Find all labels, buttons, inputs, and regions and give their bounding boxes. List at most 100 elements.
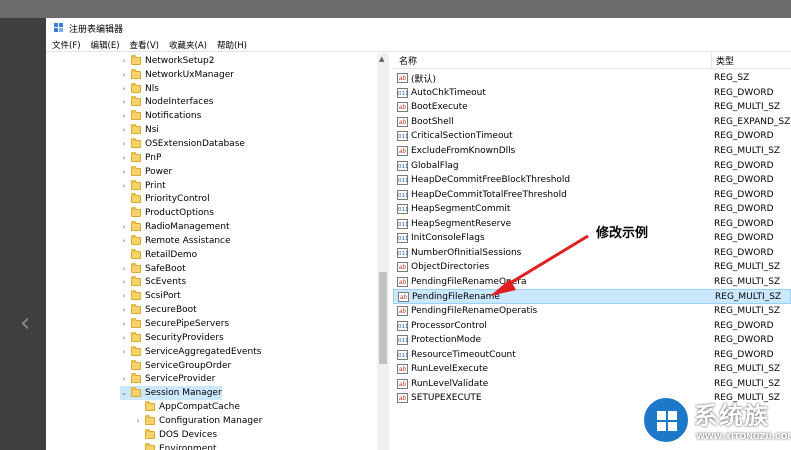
tree-item[interactable]: ⌄ Session Manager — [120, 386, 222, 401]
folder-icon — [131, 193, 141, 204]
tree-item[interactable]: › NetworkUxManager — [120, 68, 234, 82]
windows-logo-icon — [642, 396, 690, 444]
chevron-right-icon[interactable]: › — [120, 168, 128, 176]
value-row[interactable]: 011 HeapSegmentReserve REG_DWORD — [393, 217, 791, 232]
folder-icon — [131, 345, 141, 356]
tree-item[interactable]: › ScsiPort — [120, 289, 181, 303]
scroll-up-icon[interactable]: ▲ — [379, 55, 384, 63]
tree-item[interactable]: AppCompatCache — [134, 400, 240, 414]
chevron-right-icon[interactable]: › — [120, 154, 128, 162]
watermark-brand: 系统族 — [694, 402, 769, 430]
tree-item[interactable]: › ServiceAggregatedEvents — [120, 345, 261, 359]
value-row[interactable]: ab BootExecute REG_MULTI_SZ — [393, 100, 791, 115]
tree-item[interactable]: › NodeInterfaces — [120, 96, 213, 110]
chevron-right-icon[interactable]: › — [120, 140, 128, 148]
menu-item[interactable]: 查看(V) — [130, 39, 159, 51]
chevron-right-icon[interactable]: › — [120, 334, 128, 342]
chevron-right-icon[interactable]: › — [120, 98, 128, 106]
tree-item[interactable]: › Configuration Manager — [134, 414, 262, 428]
tree-item[interactable]: › Remote Assistance — [120, 234, 231, 248]
chevron-right-icon[interactable]: › — [120, 375, 128, 383]
value-row[interactable]: ab BootShell REG_EXPAND_SZ — [393, 115, 791, 130]
chevron-right-icon[interactable]: › — [120, 112, 128, 120]
chevron-right-icon[interactable]: › — [120, 348, 128, 356]
tree-item[interactable]: PriorityControl — [120, 193, 210, 207]
tree-item[interactable]: › Power — [120, 165, 172, 179]
value-row[interactable]: 011 GlobalFlag REG_DWORD — [393, 158, 791, 173]
value-row[interactable]: 011 HeapDeCommitTotalFreeThreshold REG_DWO… — [393, 187, 791, 202]
chevron-right-icon[interactable]: › — [120, 320, 128, 328]
menu-item[interactable]: 编辑(E) — [91, 39, 120, 51]
value-row[interactable]: 011 ProtectionMode REG_DWORD — [393, 333, 791, 348]
tree-item[interactable]: › RadioManagement — [120, 220, 230, 234]
folder-icon — [131, 179, 141, 190]
scrollbar-thumb[interactable] — [379, 272, 387, 364]
tree-item[interactable]: › SecurityProviders — [120, 331, 224, 345]
value-row[interactable]: ab (默认) REG_SZ — [393, 71, 791, 86]
chevron-right-icon[interactable]: › — [120, 223, 128, 231]
tree-item[interactable]: › SecurePipeServers — [120, 317, 229, 331]
value-row[interactable]: 011 ResourceTimeoutCount REG_DWORD — [393, 347, 791, 362]
folder-icon — [131, 290, 141, 301]
chevron-right-icon[interactable]: › — [120, 278, 128, 286]
chevron-right-icon[interactable]: › — [120, 71, 128, 79]
tree-item[interactable]: › SecureBoot — [120, 303, 197, 317]
tree-item[interactable]: RetailDemo — [120, 248, 197, 262]
value-row[interactable]: ab RunLevelExecute REG_MULTI_SZ — [393, 362, 791, 377]
value-name: ProcessorControl — [411, 320, 487, 331]
value-row[interactable]: 011 HeapDeCommitFreeBlockThreshold REG_DWO… — [393, 173, 791, 188]
tree-item[interactable]: › SafeBoot — [120, 262, 186, 276]
tree-item[interactable]: › NetworkSetup2 — [120, 54, 215, 68]
value-row[interactable]: 011 ProcessorControl REG_DWORD — [393, 318, 791, 333]
value-type: REG_MULTI_SZ — [714, 364, 781, 375]
value-type: REG_MULTI_SZ — [714, 102, 781, 113]
tree-item[interactable]: ProductOptions — [120, 206, 214, 220]
tree-item[interactable]: › ScEvents — [120, 276, 186, 290]
value-type: REG_DWORD — [714, 87, 774, 98]
chevron-right-icon[interactable]: › — [120, 292, 128, 300]
value-type: REG_DWORD — [714, 204, 774, 215]
value-row[interactable]: 011 AutoChkTimeout REG_DWORD — [393, 86, 791, 101]
tree-item[interactable]: DOS Devices — [134, 428, 217, 442]
value-name-cell: ab RunLevelExecute — [393, 364, 712, 375]
value-row[interactable]: 011 HeapSegmentCommit REG_DWORD — [393, 202, 791, 217]
tree-item[interactable]: › OSExtensionDatabase — [120, 137, 245, 151]
tree-scrollbar[interactable]: ▲ — [377, 53, 389, 450]
chevron-down-icon[interactable]: ⌄ — [120, 389, 128, 397]
chevron-right-icon[interactable]: › — [120, 85, 128, 93]
tree-item[interactable]: › Notifications — [120, 109, 201, 123]
column-header-type[interactable]: 类型 — [712, 54, 734, 67]
tree-item[interactable]: › Nsi — [120, 123, 159, 137]
value-type: REG_DWORD — [714, 247, 774, 258]
chevron-right-icon[interactable]: › — [120, 306, 128, 314]
value-name-cell: 011 HeapSegmentCommit — [393, 204, 712, 215]
chevron-right-icon[interactable]: › — [134, 417, 142, 425]
column-header-name[interactable]: 名称 — [393, 53, 712, 68]
chevron-right-icon[interactable]: › — [120, 237, 128, 245]
value-row[interactable]: 011 CriticalSectionTimeout REG_DWORD — [393, 129, 791, 144]
chevron-right-icon[interactable]: › — [120, 182, 128, 190]
tree-item[interactable]: › ServiceProvider — [120, 373, 215, 387]
menu-item[interactable]: 帮助(H) — [217, 39, 247, 51]
tree-item[interactable]: › Print — [120, 179, 166, 193]
binary-value-icon: 011 — [397, 247, 409, 258]
binary-value-icon: 011 — [397, 175, 409, 186]
chevron-right-icon[interactable]: › — [120, 265, 128, 273]
value-row[interactable]: ab PendingFileRenameOperatis REG_MULTI_SZ — [393, 304, 791, 319]
string-value-icon: ab — [397, 102, 408, 113]
folder-icon — [131, 373, 141, 384]
value-row[interactable]: ab ExcludeFromKnownDlls REG_MULTI_SZ — [393, 144, 791, 159]
value-name-cell: ab ExcludeFromKnownDlls — [393, 146, 712, 156]
tree-item[interactable]: ServiceGroupOrder — [120, 359, 231, 373]
tree-item[interactable]: › Nls — [120, 82, 159, 96]
chevron-right-icon[interactable]: › — [120, 126, 128, 134]
tree-item[interactable]: › PnP — [120, 151, 161, 165]
chevron-left-icon[interactable]: ‹ — [20, 308, 30, 338]
menu-item[interactable]: 文件(F) — [52, 39, 81, 51]
menu-item[interactable]: 收藏夹(A) — [169, 39, 207, 51]
chevron-right-icon[interactable]: › — [120, 57, 128, 65]
tree-item-label: Power — [145, 166, 173, 177]
tree-item[interactable]: Environment — [134, 442, 216, 450]
tree-item-label: Notifications — [145, 111, 202, 122]
value-row[interactable]: ab RunLevelValidate REG_MULTI_SZ — [393, 377, 791, 392]
